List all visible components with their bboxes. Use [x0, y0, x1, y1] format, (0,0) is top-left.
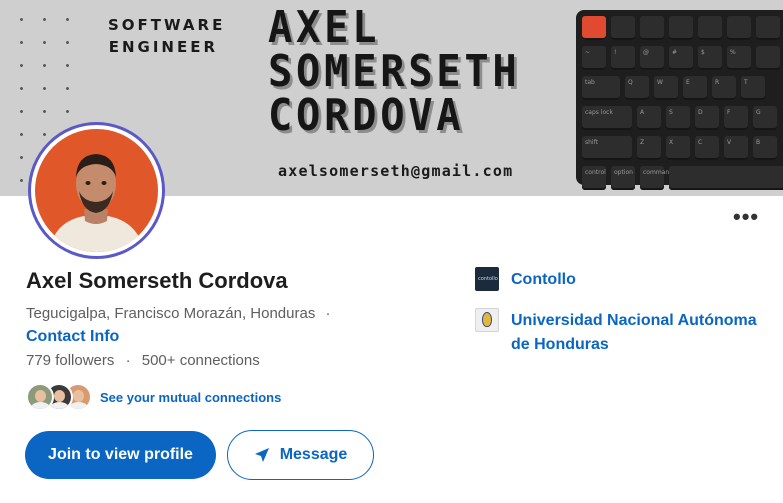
mutual-avatar — [26, 383, 54, 411]
separator-dot: · — [125, 352, 131, 369]
keyboard-key: G — [753, 106, 777, 130]
keyboard-key: R — [712, 76, 736, 100]
keyboard-key: E — [683, 76, 707, 100]
followers-count: 779 followers — [26, 352, 115, 369]
keyboard-key: T — [741, 76, 765, 100]
unah-seal-icon — [475, 308, 499, 332]
org-item-unah[interactable]: Universidad Nacional Autónoma de Hondura… — [475, 308, 771, 357]
keyboard-key: option — [611, 166, 635, 190]
contollo-logo: contollo — [475, 267, 499, 291]
keyboard-key: C — [695, 136, 719, 160]
profile-stats: 779 followers · 500+ connections — [26, 352, 260, 369]
banner-name-line1: AXEL — [268, 2, 381, 53]
banner-name-line2: SOMERSETH — [268, 46, 521, 97]
keyboard-key: tab — [582, 76, 620, 100]
profile-photo-ring[interactable] — [28, 122, 165, 259]
keyboard-key: control — [582, 166, 606, 190]
keyboard-key — [756, 46, 780, 70]
mutual-connections-link[interactable]: See your mutual connections — [100, 390, 281, 405]
more-options-icon[interactable]: ••• — [733, 206, 759, 228]
keyboard-key: B — [753, 136, 777, 160]
keyboard-key: Z — [637, 136, 661, 160]
keyboard-key: F — [724, 106, 748, 130]
join-to-view-profile-button[interactable]: Join to view profile — [25, 431, 216, 479]
banner-role-line1: SOFTWARE — [108, 16, 226, 34]
profile-name: Axel Somerseth Cordova — [26, 268, 288, 293]
keyboard-key — [640, 16, 664, 40]
mutual-connections[interactable]: See your mutual connections — [26, 382, 281, 412]
paper-plane-icon — [254, 448, 269, 462]
contact-info-link[interactable]: Contact Info — [26, 328, 119, 346]
keyboard-key — [582, 16, 606, 40]
keyboard-key: D — [695, 106, 719, 130]
keyboard-key: command — [640, 166, 673, 190]
message-button-label: Message — [279, 446, 348, 463]
banner-name: AXEL SOMERSETH CORDOVA — [268, 6, 520, 138]
keyboard-key: W — [654, 76, 678, 100]
banner-keyboard-image: ~ ! @ # $ % tab Q W E R T caps lock A S … — [576, 10, 783, 190]
profile-location: Tegucigalpa, Francisco Morazán, Honduras — [26, 305, 316, 322]
banner-email: axelsomerseth@gmail.com — [278, 162, 514, 180]
banner-role: SOFTWARE ENGINEER — [108, 14, 226, 58]
connections-count: 500+ connections — [141, 352, 260, 369]
banner-role-line2: ENGINEER — [108, 38, 218, 56]
keyboard-key: X — [666, 136, 690, 160]
keyboard-key: Q — [625, 76, 649, 100]
keyboard-key: V — [724, 136, 748, 160]
keyboard-key: caps lock — [582, 106, 632, 130]
keyboard-key — [611, 16, 635, 40]
org-name[interactable]: Contollo — [511, 268, 576, 292]
profile-card: SOFTWARE ENGINEER AXEL SOMERSETH CORDOVA… — [0, 0, 783, 503]
separator-dot: · — [325, 305, 331, 322]
keyboard-key: S — [666, 106, 690, 130]
keyboard-key — [669, 166, 783, 190]
profile-photo[interactable] — [35, 129, 158, 252]
keyboard-key — [669, 16, 693, 40]
message-button[interactable]: Message — [227, 430, 374, 480]
keyboard-key: shift — [582, 136, 632, 160]
banner-name-line3: CORDOVA — [268, 90, 465, 141]
keyboard-key: @ — [640, 46, 664, 70]
keyboard-key: # — [669, 46, 693, 70]
keyboard-key: $ — [698, 46, 722, 70]
contollo-logo-text: contollo — [478, 276, 498, 282]
keyboard-key: % — [727, 46, 751, 70]
keyboard-key: A — [637, 106, 661, 130]
org-item-contollo[interactable]: contollo Contollo — [475, 267, 576, 292]
org-name[interactable]: Universidad Nacional Autónoma de Hondura… — [511, 309, 771, 357]
profile-location-row: Tegucigalpa, Francisco Morazán, Honduras… — [26, 305, 331, 322]
person-photo-icon — [49, 154, 144, 252]
keyboard-key — [756, 16, 780, 40]
keyboard-key — [727, 16, 751, 40]
keyboard-key — [698, 16, 722, 40]
keyboard-key: ~ — [582, 46, 606, 70]
keyboard-key: ! — [611, 46, 635, 70]
